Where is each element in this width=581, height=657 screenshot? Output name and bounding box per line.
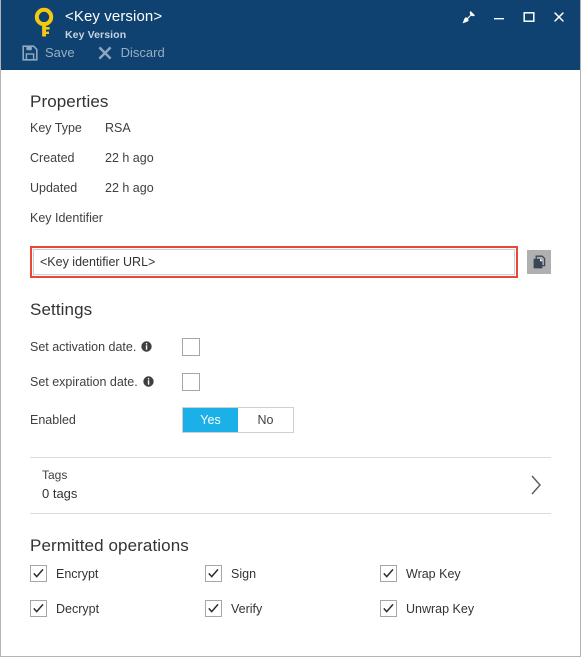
operation-checkbox-sign[interactable]: Sign: [205, 565, 380, 582]
operation-checkbox-decrypt[interactable]: Decrypt: [30, 600, 205, 617]
close-x-icon: [97, 44, 114, 61]
tags-count: 0 tags: [42, 486, 78, 501]
save-label: Save: [45, 45, 75, 60]
expiration-label: Set expiration date.: [30, 374, 138, 389]
property-label: Key Type: [30, 121, 82, 135]
activation-checkbox[interactable]: [182, 337, 200, 356]
operation-label: Wrap Key: [406, 566, 461, 581]
key-identifier-input[interactable]: [33, 249, 515, 275]
property-value: RSA: [105, 121, 131, 135]
expiration-checkbox[interactable]: [182, 372, 200, 391]
operation-label: Encrypt: [56, 566, 99, 581]
operation-checkbox-verify[interactable]: Verify: [205, 600, 380, 617]
permitted-operations-grid: Encrypt Sign Wrap Key Decrypt Verify Unw…: [30, 565, 551, 617]
key-identifier-row: [30, 246, 551, 278]
property-label: Created: [30, 151, 75, 165]
key-identifier-highlight: [30, 246, 518, 278]
property-row-created: Created 22 h ago: [30, 151, 551, 181]
command-toolbar: Save Discard: [21, 44, 187, 61]
property-value: 22 h ago: [105, 181, 154, 195]
property-label: Key Identifier: [30, 211, 103, 225]
window-titlebar: <Key version> Key Version Save Discard: [1, 0, 580, 70]
tags-title: Tags: [42, 468, 68, 482]
discard-label: Discard: [120, 45, 165, 60]
window-controls: [454, 4, 574, 30]
minimize-icon[interactable]: [484, 4, 514, 30]
info-icon[interactable]: [143, 376, 154, 387]
window-title: <Key version>: [65, 8, 163, 25]
info-icon[interactable]: [141, 341, 153, 352]
operation-checkbox-unwrap-key[interactable]: Unwrap Key: [380, 600, 555, 617]
property-value: 22 h ago: [105, 151, 154, 165]
activation-label-wrap: Set activation date.: [30, 340, 160, 354]
checkmark-icon: [30, 600, 47, 617]
content-area: Properties Key Type RSA Created 22 h ago…: [1, 92, 580, 617]
operation-checkbox-wrap-key[interactable]: Wrap Key: [380, 565, 555, 582]
tags-text-block: Tags 0 tags: [42, 467, 77, 503]
enabled-toggle-no[interactable]: No: [238, 408, 293, 432]
save-disk-icon: [21, 44, 38, 61]
window-subtitle: Key Version: [65, 29, 127, 41]
checkmark-icon: [380, 600, 397, 617]
operation-label: Verify: [231, 601, 263, 616]
operation-label: Decrypt: [56, 601, 100, 616]
activation-label: Set activation date.: [30, 339, 137, 354]
key-version-window: <Key version> Key Version Save Discard P…: [0, 0, 581, 657]
checkmark-icon: [205, 565, 222, 582]
operation-label: Unwrap Key: [406, 601, 475, 616]
pin-icon[interactable]: [454, 4, 484, 30]
setting-row-activation: Set activation date.: [30, 329, 551, 364]
checkmark-icon: [380, 565, 397, 582]
property-row-key-type: Key Type RSA: [30, 121, 551, 151]
copy-icon[interactable]: [527, 250, 551, 274]
operation-label: Sign: [231, 566, 257, 581]
checkmark-icon: [30, 565, 47, 582]
chevron-right-icon: [528, 472, 549, 498]
checkmark-icon: [205, 600, 222, 617]
tags-row[interactable]: Tags 0 tags: [30, 457, 551, 514]
permitted-operations-heading: Permitted operations: [30, 536, 189, 555]
property-row-updated: Updated 22 h ago: [30, 181, 551, 211]
expiration-label-wrap: Set expiration date.: [30, 375, 160, 389]
setting-row-expiration: Set expiration date.: [30, 364, 551, 399]
property-label: Updated: [30, 181, 78, 195]
key-icon: [27, 7, 61, 41]
discard-button[interactable]: Discard: [97, 44, 165, 61]
operation-checkbox-encrypt[interactable]: Encrypt: [30, 565, 205, 582]
properties-heading: Properties: [30, 92, 109, 111]
enabled-toggle-yes[interactable]: Yes: [183, 408, 238, 432]
property-row-key-identifier: Key Identifier: [30, 211, 551, 241]
save-button[interactable]: Save: [21, 44, 75, 61]
enabled-label: Enabled: [30, 413, 76, 427]
enabled-toggle: Yes No: [182, 407, 294, 433]
maximize-icon[interactable]: [514, 4, 544, 30]
settings-heading: Settings: [30, 300, 93, 319]
title-block: <Key version> Key Version: [65, 8, 162, 42]
setting-row-enabled: Enabled Yes No: [30, 401, 551, 439]
close-icon[interactable]: [544, 4, 574, 30]
